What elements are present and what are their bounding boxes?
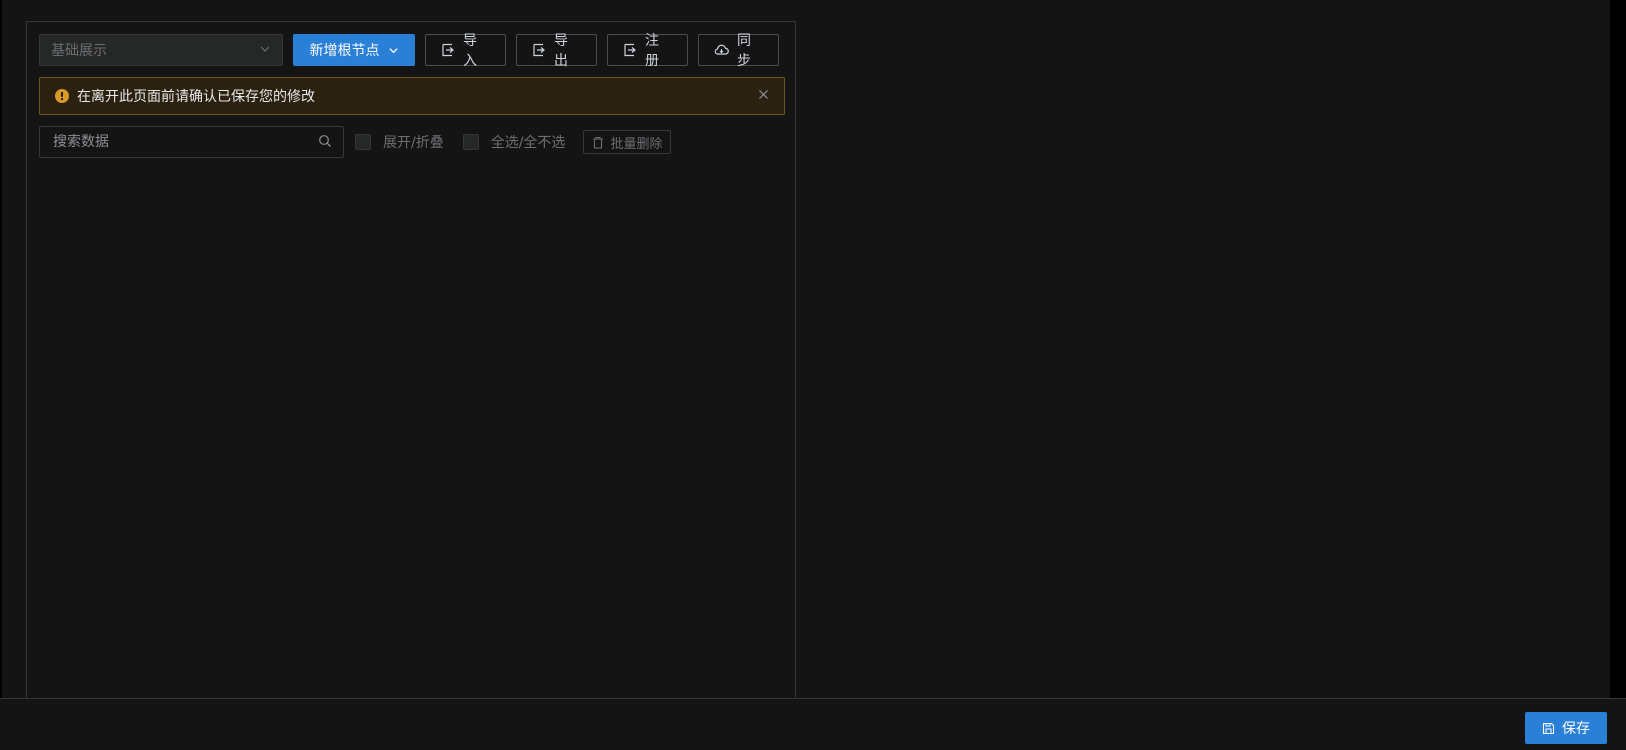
- tree-editor-panel: 基础展示 新增根节点 导入 导出 注册 同步 ! 在离开此页面前请确认已保存您的…: [26, 21, 796, 699]
- chevron-down-icon: [259, 43, 271, 58]
- register-label: 注册: [645, 33, 659, 69]
- footer-bar: 保存: [0, 698, 1626, 750]
- window-right-border: [1610, 0, 1626, 698]
- expand-collapse-checkbox-box[interactable]: [355, 134, 371, 150]
- window-left-border: [0, 0, 2, 698]
- search-input[interactable]: [51, 133, 318, 151]
- export-icon: [532, 43, 546, 57]
- search-icon[interactable]: [318, 133, 332, 152]
- batch-delete-button[interactable]: 批量删除: [583, 130, 672, 154]
- import-icon: [441, 43, 455, 57]
- save-icon: [1542, 722, 1555, 735]
- select-all-label: 全选/全不选: [490, 135, 566, 151]
- export-label: 导出: [554, 33, 568, 69]
- alert-text: 在离开此页面前请确认已保存您的修改: [77, 89, 315, 105]
- sync-button[interactable]: 同步: [698, 33, 779, 69]
- import-button[interactable]: 导入: [425, 33, 506, 69]
- chevron-down-icon: [388, 45, 399, 56]
- save-button[interactable]: 保存: [1525, 712, 1607, 744]
- sync-label: 同步: [737, 33, 751, 69]
- unsaved-changes-alert: ! 在离开此页面前请确认已保存您的修改: [39, 77, 785, 115]
- select-all-checkbox-box[interactable]: [462, 134, 479, 150]
- expand-collapse-label: 展开/折叠: [383, 135, 444, 151]
- import-label: 导入: [463, 33, 477, 69]
- batch-delete-label: 批量删除: [610, 136, 663, 152]
- register-icon: [623, 43, 637, 57]
- add-root-node-button[interactable]: 新增根节点: [293, 34, 415, 66]
- register-button[interactable]: 注册: [607, 33, 688, 69]
- export-button[interactable]: 导出: [516, 33, 597, 69]
- add-root-node-label: 新增根节点: [309, 43, 380, 59]
- warning-icon: !: [55, 89, 69, 103]
- select-all-checkbox[interactable]: 全选/全不选: [462, 132, 566, 152]
- display-mode-select-value: 基础展示: [51, 43, 107, 59]
- display-mode-select[interactable]: 基础展示: [39, 34, 283, 66]
- close-icon[interactable]: [758, 88, 769, 104]
- cloud-sync-icon: [714, 43, 729, 57]
- save-label: 保存: [1562, 721, 1590, 737]
- trash-icon: [592, 136, 604, 149]
- toolbar: 基础展示 新增根节点 导入 导出 注册 同步: [39, 33, 779, 69]
- expand-collapse-checkbox[interactable]: 展开/折叠: [355, 132, 444, 152]
- filter-row: 展开/折叠 全选/全不选 批量删除: [39, 126, 672, 158]
- search-field: [39, 126, 344, 158]
